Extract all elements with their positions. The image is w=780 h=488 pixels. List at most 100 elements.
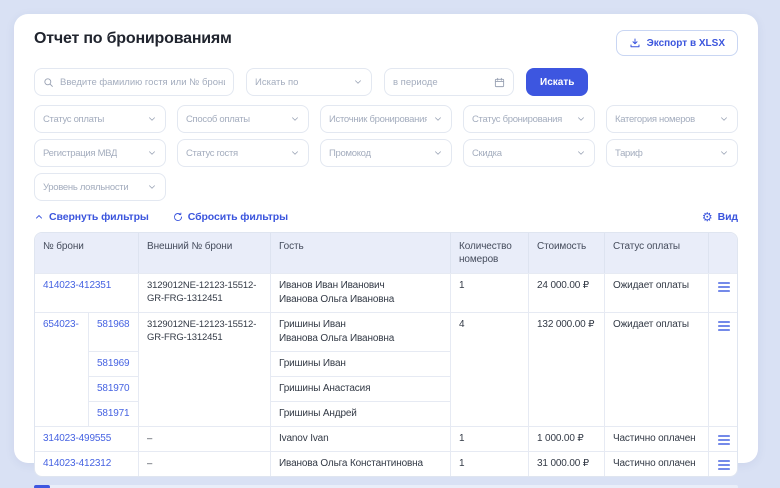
filter-dropdown[interactable]: Уровень лояльности <box>34 173 166 201</box>
chevron-down-icon <box>290 148 300 158</box>
filter-dropdown[interactable]: Скидка <box>463 139 595 167</box>
collapse-filters-link[interactable]: Свернуть фильтры <box>34 211 149 223</box>
filter-label: Промокод <box>329 148 371 159</box>
payment-status-cell: Ожидает оплаты <box>605 274 709 312</box>
search-button[interactable]: Искать <box>526 68 588 96</box>
guest-name: Гришины Анастасия <box>279 382 442 396</box>
table-header: № брониВнешний № брониГостьКоличество но… <box>35 233 737 273</box>
chevron-down-icon <box>576 114 586 124</box>
row-menu-button[interactable] <box>709 452 738 476</box>
booking-number-link[interactable]: 414023-412312 <box>43 458 111 469</box>
filter-label: Уровень лояльности <box>43 182 128 193</box>
filter-label: Категория номеров <box>615 114 695 125</box>
sub-booking-number-link[interactable]: 581968 <box>97 319 129 330</box>
column-header: Гость <box>271 233 451 273</box>
guest-name: Иванова Ольга Константиновна <box>279 457 442 471</box>
table-row: 414023-412312 –Иванова Ольга Константинов… <box>35 451 737 476</box>
period-date-input[interactable]: в периоде <box>384 68 514 96</box>
page-title: Отчет по бронированиям <box>34 30 232 48</box>
external-number-cell: – <box>139 427 271 451</box>
chevron-down-icon <box>719 114 729 124</box>
filters: Статус оплаты Способ оплаты Источник брони… <box>34 105 738 201</box>
column-header: Статус оплаты <box>605 233 709 273</box>
search-input[interactable] <box>60 77 225 88</box>
chevron-down-icon <box>433 114 443 124</box>
payment-status-cell: Частично оплачен <box>605 427 709 451</box>
sub-booking-number-cell: 581969 <box>89 352 139 377</box>
filter-label: Тариф <box>615 148 643 159</box>
row-menu-button[interactable] <box>709 427 738 451</box>
external-number-cell: – <box>139 452 271 476</box>
chevron-down-icon <box>147 114 157 124</box>
chevron-down-icon <box>576 148 586 158</box>
view-settings-link[interactable]: ⚙ Вид <box>702 211 738 223</box>
filter-dropdown[interactable]: Категория номеров <box>606 105 738 133</box>
sub-booking-number-link[interactable]: 581970 <box>97 383 129 394</box>
menu-icon <box>718 435 730 445</box>
export-xlsx-button[interactable]: Экспорт в XLSX <box>616 30 738 56</box>
report-card: Отчет по бронированиям Экспорт в XLSX Ис… <box>14 14 758 463</box>
guest-cell: Иванов Иван ИвановичИванова Ольга Иванов… <box>271 274 451 312</box>
booking-number-cell: 414023-412312 <box>35 452 139 476</box>
payment-status-cell: Ожидает оплаты <box>605 313 709 426</box>
row-menu-button[interactable] <box>709 313 738 426</box>
refresh-icon <box>173 212 183 222</box>
filter-dropdown[interactable]: Тариф <box>606 139 738 167</box>
cost-cell: 1 000.00 ₽ <box>529 427 605 451</box>
filter-dropdown[interactable]: Регистрация МВД <box>34 139 166 167</box>
filter-dropdown[interactable]: Промокод <box>320 139 452 167</box>
sub-booking-number-cell: 581970 <box>89 377 139 402</box>
menu-icon <box>718 282 730 292</box>
external-number-cell: 3129012NE-12123-15512-GR-FRG-1312451 <box>139 274 271 312</box>
payment-status-cell: Частично оплачен <box>605 452 709 476</box>
filter-dropdown[interactable]: Статус гостя <box>177 139 309 167</box>
rooms-count-cell: 4 <box>451 313 529 426</box>
guest-cell: Гришины ИванИванова Ольга Ивановна <box>271 313 451 352</box>
booking-number-cell: 314023-499555 <box>35 427 139 451</box>
row-menu-button[interactable] <box>709 274 738 312</box>
reset-filters-link[interactable]: Сбросить фильтры <box>173 211 288 223</box>
chevron-down-icon <box>147 182 157 192</box>
sub-booking-number-cell: 581971 <box>89 402 139 426</box>
search-by-label: Искать по <box>255 77 298 88</box>
filter-label: Источник бронирования <box>329 114 427 125</box>
booking-number-cell: 654023- <box>35 313 89 426</box>
filter-actions-row: Свернуть фильтры Сбросить фильтры ⚙ Вид <box>34 211 738 223</box>
sub-booking-number-link[interactable]: 581971 <box>97 408 129 419</box>
filter-dropdown[interactable]: Источник бронирования <box>320 105 452 133</box>
filter-dropdown[interactable]: Статус оплаты <box>34 105 166 133</box>
rooms-count-cell: 1 <box>451 427 529 451</box>
booking-number-link[interactable]: 314023-499555 <box>43 433 111 444</box>
chevron-down-icon <box>147 148 157 158</box>
reset-filters-label: Сбросить фильтры <box>188 211 288 223</box>
guest-cell: Ivanov Ivan <box>271 427 451 451</box>
filter-label: Статус гостя <box>186 148 238 159</box>
collapse-filters-label: Свернуть фильтры <box>49 211 149 223</box>
search-by-select[interactable]: Искать по <box>246 68 372 96</box>
filter-label: Скидка <box>472 148 502 159</box>
sub-booking-number-link[interactable]: 581969 <box>97 358 129 369</box>
external-number-cell: 3129012NE-12123-15512-GR-FRG-1312451 <box>139 313 271 426</box>
download-icon <box>629 37 641 49</box>
booking-number-link[interactable]: 414023-412351 <box>43 280 111 291</box>
guest-cell: Гришины Анастасия <box>271 377 451 402</box>
guest-name: Ivanov Ivan <box>279 432 442 446</box>
search-icon <box>43 77 54 88</box>
export-xlsx-label: Экспорт в XLSX <box>647 38 725 49</box>
chevron-down-icon <box>353 77 363 87</box>
chevron-down-icon <box>290 114 300 124</box>
calendar-icon <box>494 77 505 88</box>
cost-cell: 24 000.00 ₽ <box>529 274 605 312</box>
cost-cell: 31 000.00 ₽ <box>529 452 605 476</box>
column-header: Стоимость <box>529 233 605 273</box>
filter-dropdown[interactable]: Способ оплаты <box>177 105 309 133</box>
column-header: Внешний № брони <box>139 233 271 273</box>
sub-booking-number-cell: 581968 <box>89 313 139 352</box>
menu-icon <box>718 460 730 470</box>
filter-label: Способ оплаты <box>186 114 250 125</box>
column-header <box>709 233 738 273</box>
guest-cell: Иванова Ольга Константиновна <box>271 452 451 476</box>
booking-number-link[interactable]: 654023- <box>43 319 79 330</box>
filter-dropdown[interactable]: Статус бронирования <box>463 105 595 133</box>
guest-name: Иванова Ольга Ивановна <box>279 293 442 307</box>
